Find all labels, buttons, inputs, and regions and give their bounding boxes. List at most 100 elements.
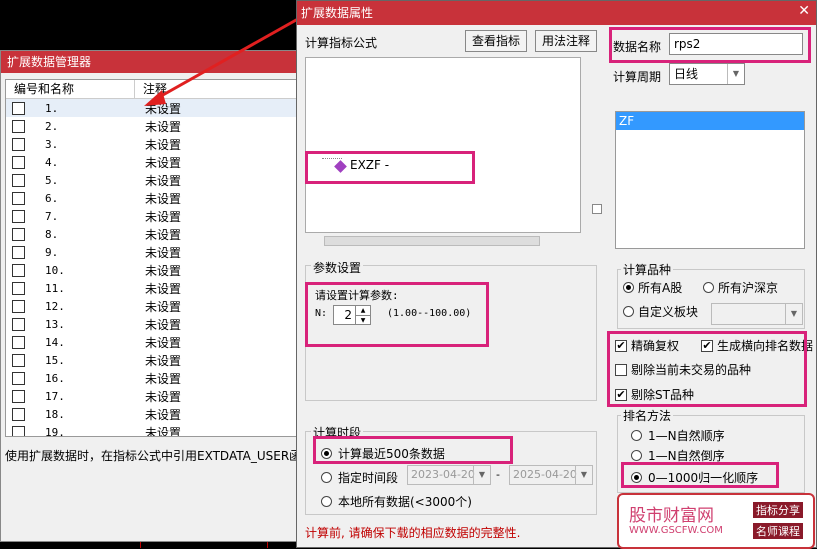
row-id: 18.	[45, 407, 65, 421]
list-item[interactable]: 14. 未设置	[6, 333, 296, 351]
chevron-down-icon[interactable]: ▼	[785, 304, 802, 324]
list-item[interactable]: 9. 未设置	[6, 243, 296, 261]
close-icon[interactable]: ✕	[798, 3, 810, 19]
row-id: 16.	[45, 371, 65, 385]
list-item[interactable]: 16. 未设置	[6, 369, 296, 387]
list-item[interactable]: 3. 未设置	[6, 135, 296, 153]
radio-button[interactable]	[321, 472, 332, 483]
watermark-tag-course: 名师课程	[753, 523, 803, 539]
radio-rank-asc[interactable]: 1—N自然顺序	[631, 427, 725, 444]
row-note: 未设置	[145, 335, 182, 350]
list-item[interactable]: 13. 未设置	[6, 315, 296, 333]
row-checkbox[interactable]	[12, 101, 25, 115]
radio-custom-label: 自定义板块	[638, 305, 699, 319]
radio-all-a-label: 所有A股	[638, 281, 683, 295]
custom-block-select[interactable]: ▼	[711, 303, 803, 325]
highlight-box-name	[609, 27, 811, 63]
list-item[interactable]: 7. 未设置	[6, 207, 296, 225]
list-item[interactable]: 19. 未设置	[6, 423, 296, 437]
row-checkbox[interactable]	[12, 353, 25, 367]
radio-button[interactable]	[623, 282, 634, 293]
row-id: 8.	[45, 227, 59, 241]
row-id: 1.	[45, 101, 59, 115]
annotation-arrow	[144, 13, 306, 106]
highlight-box-params	[305, 282, 489, 347]
date-to-picker[interactable]: 2025-04-20 ▼	[509, 465, 593, 485]
row-checkbox[interactable]	[12, 281, 25, 295]
chevron-down-icon[interactable]: ▼	[727, 64, 744, 84]
row-checkbox[interactable]	[12, 371, 25, 385]
row-checkbox[interactable]	[12, 209, 25, 223]
list-item[interactable]: 15. 未设置	[6, 351, 296, 369]
list-item[interactable]: 12. 未设置	[6, 297, 296, 315]
row-checkbox[interactable]	[12, 137, 25, 151]
horizontal-scrollbar[interactable]	[324, 236, 540, 246]
manager-footer-text: 使用扩展数据时，在指标公式中引用EXTDATA_USER函	[5, 449, 302, 463]
row-checkbox[interactable]	[12, 155, 25, 169]
chevron-down-icon[interactable]: ▼	[473, 466, 490, 484]
chevron-down-icon[interactable]: ▼	[575, 466, 592, 484]
row-note: 未设置	[145, 407, 182, 422]
row-checkbox[interactable]	[12, 263, 25, 277]
radio-all-local[interactable]: 本地所有数据(<3000个)	[321, 493, 472, 510]
period-value: 日线	[674, 67, 699, 81]
radio-custom-block[interactable]: 自定义板块	[623, 303, 698, 320]
row-id: 9.	[45, 245, 59, 259]
row-checkbox[interactable]	[12, 227, 25, 241]
row-note: 未设置	[145, 209, 182, 224]
column-header-id[interactable]: 编号和名称	[6, 80, 135, 98]
row-id: 14.	[45, 335, 65, 349]
watermark-url: WWW.GSCFW.COM	[629, 525, 723, 536]
usage-notes-button[interactable]: 用法注释	[535, 30, 597, 52]
list-item[interactable]: 4. 未设置	[6, 153, 296, 171]
formula-tree[interactable]: EXZF -	[305, 57, 602, 246]
date-range-label: 指定时间段	[338, 471, 399, 485]
view-indicator-button[interactable]: 查看指标	[465, 30, 527, 52]
all-local-label: 本地所有数据(<3000个)	[338, 495, 472, 509]
list-item[interactable]: 17. 未设置	[6, 387, 296, 405]
date-separator: -	[496, 468, 500, 481]
row-id: 19.	[45, 425, 65, 437]
highlight-box-rank	[621, 462, 779, 488]
radio-button[interactable]	[623, 306, 634, 317]
radio-all-a[interactable]: 所有A股	[623, 279, 682, 296]
date-from-picker[interactable]: 2023-04-20 ▼	[407, 465, 491, 485]
radio-date-range[interactable]: 指定时间段	[321, 469, 398, 486]
extdata-manager-window: 扩展数据管理器 编号和名称 注释 1. 未设置 2. 未设置 3. 未设置 4. 未设置 5. 未…	[0, 50, 301, 542]
list-item[interactable]: 18. 未设置	[6, 405, 296, 423]
rank-group-label: 排名方法	[621, 407, 674, 424]
list-item[interactable]: 2. 未设置	[6, 117, 296, 135]
highlight-box-tree	[305, 151, 475, 184]
row-checkbox[interactable]	[12, 119, 25, 133]
source-list[interactable]: ZF	[615, 111, 805, 249]
manager-list[interactable]: 编号和名称 注释 1. 未设置 2. 未设置 3. 未设置 4. 未设置 5. 未设置 6. 未设置 7…	[5, 79, 297, 437]
watermark-logo: 股市财富网 WWW.GSCFW.COM 指标分享 名师课程	[617, 493, 815, 549]
params-group-label: 参数设置	[311, 259, 364, 276]
list-item-zf[interactable]: ZF	[616, 112, 804, 130]
manager-rows: 1. 未设置 2. 未设置 3. 未设置 4. 未设置 5. 未设置 6. 未设置 7. 未设置 8. 未设置…	[6, 99, 296, 437]
row-checkbox[interactable]	[12, 335, 25, 349]
list-item[interactable]: 5. 未设置	[6, 171, 296, 189]
list-item[interactable]: 8. 未设置	[6, 225, 296, 243]
row-checkbox[interactable]	[12, 407, 25, 421]
period-select[interactable]: 日线 ▼	[669, 63, 745, 85]
row-checkbox[interactable]	[12, 299, 25, 313]
row-checkbox[interactable]	[12, 173, 25, 187]
list-item[interactable]: 10. 未设置	[6, 261, 296, 279]
row-checkbox[interactable]	[12, 317, 25, 331]
radio-button[interactable]	[703, 282, 714, 293]
row-checkbox[interactable]	[12, 245, 25, 259]
row-checkbox[interactable]	[12, 389, 25, 403]
list-item[interactable]: 11. 未设置	[6, 279, 296, 297]
radio-button[interactable]	[631, 450, 642, 461]
row-checkbox[interactable]	[12, 425, 25, 436]
row-checkbox[interactable]	[12, 191, 25, 205]
list-item[interactable]: 6. 未设置	[6, 189, 296, 207]
radio-button[interactable]	[321, 496, 332, 507]
row-note: 未设置	[145, 299, 182, 314]
extdata-properties-dialog: 扩展数据属性 ✕ 计算指标公式 查看指标 用法注释 EXZF - 数据名称 rp…	[296, 0, 817, 549]
row-id: 12.	[45, 299, 65, 313]
row-note: 未设置	[145, 173, 182, 188]
radio-all-hs[interactable]: 所有沪深京	[703, 279, 778, 296]
radio-button[interactable]	[631, 430, 642, 441]
